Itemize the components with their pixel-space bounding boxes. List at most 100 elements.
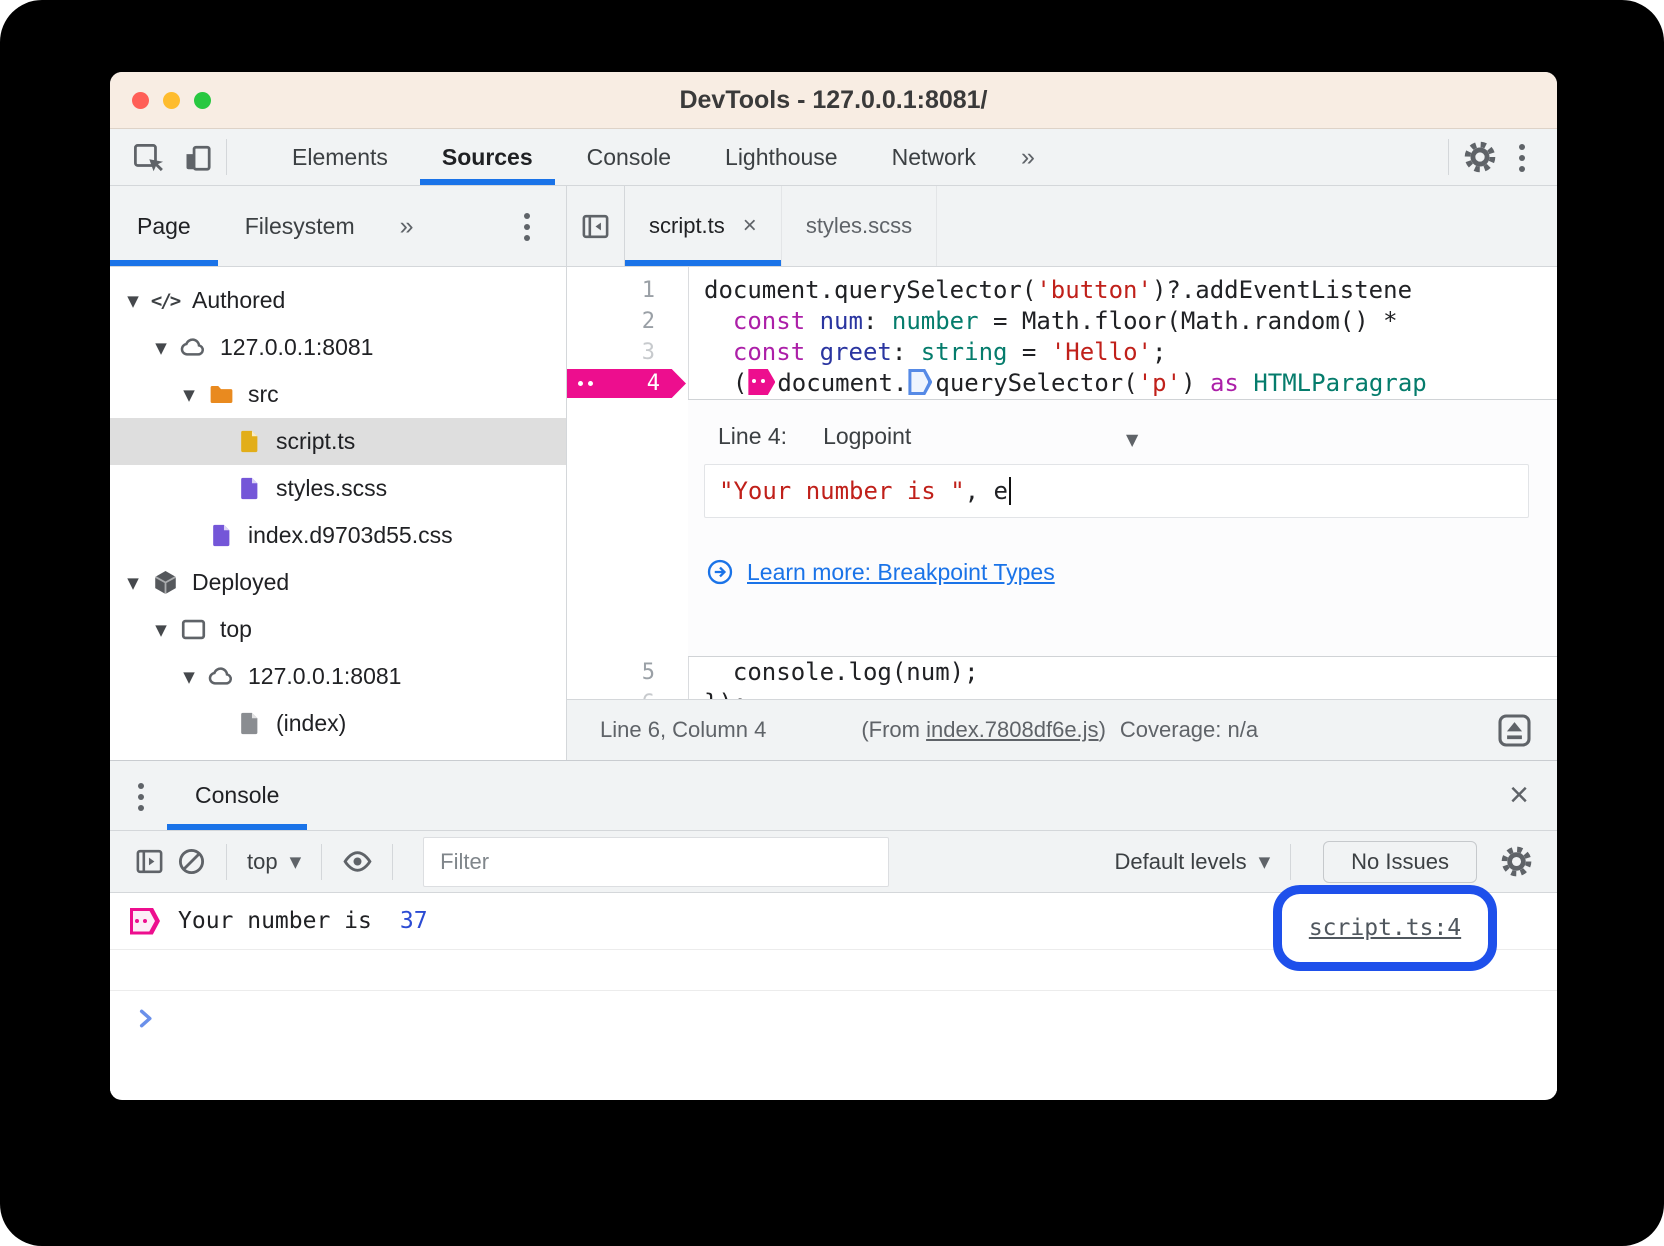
code-token (704, 307, 733, 335)
log-levels-selector[interactable]: Default levels ▼ (1109, 849, 1277, 875)
zoom-window-button[interactable] (194, 92, 211, 109)
cube-icon (151, 568, 180, 597)
minimize-window-button[interactable] (163, 92, 180, 109)
tab-elements[interactable]: Elements (265, 129, 415, 185)
devtools-window: DevTools - 127.0.0.1:8081/ ElementsSourc… (110, 72, 1557, 1100)
drawer-tab-console[interactable]: Console (167, 761, 307, 830)
code-editor[interactable]: 1document.querySelector('button')?.addEv… (567, 267, 1557, 699)
logpoint-gutter-badge[interactable]: 4 (567, 369, 686, 398)
navigator-menu-icon[interactable] (506, 205, 548, 247)
live-expression-eye-icon[interactable] (336, 841, 378, 883)
tree-item-label: script.ts (276, 428, 355, 455)
file-css-icon (206, 521, 236, 551)
prompt-chevron-icon (134, 1007, 157, 1030)
tab-label: Network (892, 144, 976, 171)
caret-down-icon[interactable]: ▼ (1126, 430, 1138, 449)
code-line-text: }); (688, 688, 747, 699)
logpoint-message-icon (130, 908, 160, 935)
tree-item-src[interactable]: ▼src (110, 371, 566, 418)
close-tab-icon[interactable]: × (743, 212, 757, 240)
code-token: ) (1181, 369, 1210, 397)
settings-gear-icon[interactable] (1459, 136, 1501, 178)
expand-arrow-icon[interactable]: ▼ (122, 574, 144, 592)
code-token: 'p' (1138, 369, 1181, 397)
tree-item-127-0-0-1-8081[interactable]: ▼127.0.0.1:8081 (110, 653, 566, 700)
tab-console[interactable]: Console (560, 129, 698, 185)
line-number[interactable]: 3 (567, 337, 688, 368)
main-tabs: ElementsSourcesConsoleLighthouse Network (265, 129, 1003, 185)
editor-tab-styles-scss[interactable]: styles.scss (782, 186, 937, 266)
no-issues-button[interactable]: No Issues (1323, 841, 1477, 883)
caret-down-icon: ▼ (290, 853, 302, 871)
tree-item-label: 127.0.0.1:8081 (220, 334, 373, 361)
sidebar-tab-filesystem[interactable]: Filesystem (218, 186, 382, 266)
frame-icon (178, 615, 208, 645)
file-ts-icon (234, 427, 264, 457)
console-filter-input[interactable] (423, 837, 889, 887)
tree-item-127-0-0-1-8081[interactable]: ▼ 127.0.0.1:8081 (110, 324, 566, 371)
line-number[interactable]: 2 (567, 306, 688, 337)
editor-tab-script-ts[interactable]: script.ts × (625, 186, 782, 266)
tree-item-label: index.d9703d55.css (248, 522, 453, 549)
code-token: = Math.floor(Math.random() * (979, 307, 1412, 335)
console-settings-gear-icon[interactable] (1495, 841, 1537, 883)
console-toolbar: top ▼ Default levels ▼ No Issues (110, 831, 1557, 893)
show-drawer-icon[interactable] (1496, 712, 1533, 749)
context-selector[interactable]: top ▼ (241, 849, 307, 875)
line-number[interactable]: 6 (567, 688, 688, 699)
toolbar-divider (392, 844, 393, 880)
breakpoint-type-select[interactable]: Logpoint (823, 423, 911, 450)
expand-arrow-icon[interactable]: ▼ (178, 386, 200, 404)
editor-tab-label: script.ts (649, 213, 725, 239)
console-sidebar-icon[interactable] (128, 841, 170, 883)
device-toolbar-icon[interactable] (176, 136, 218, 178)
expand-arrow-icon[interactable]: ▼ (178, 668, 200, 686)
close-window-button[interactable] (132, 92, 149, 109)
editor-tab-bar: script.ts × styles.scss (567, 186, 1557, 267)
line-number[interactable]: 5 (567, 657, 688, 688)
console-prompt[interactable] (110, 991, 1557, 1034)
main-menu-icon[interactable] (1501, 136, 1543, 178)
line-number[interactable]: 4 (567, 368, 688, 399)
log-message-text: Your number is (178, 908, 372, 934)
hide-navigator-icon[interactable] (567, 186, 625, 266)
tree-item-deployed[interactable]: ▼Deployed (110, 559, 566, 606)
code-token: = (1007, 338, 1050, 366)
css-file-icon (208, 522, 235, 549)
learn-more-link[interactable]: Learn more: Breakpoint Types (747, 559, 1055, 586)
tree-item-label: (index) (276, 710, 346, 737)
tab-sources[interactable]: Sources (415, 129, 560, 185)
inline-breakpoint-marker[interactable] (908, 369, 932, 395)
navigator-sidebar: PageFilesystem » ▼</>Authored▼127.0.0.1:… (110, 186, 567, 760)
expand-arrow-icon[interactable]: ▼ (150, 339, 172, 357)
sidebar-tab-page[interactable]: Page (110, 186, 218, 266)
expand-arrow-icon[interactable]: ▼ (122, 292, 144, 310)
tree-item-top[interactable]: ▼top (110, 606, 566, 653)
tree-item-index-d9703d55-css[interactable]: index.d9703d55.css (110, 512, 566, 559)
code-token (704, 338, 733, 366)
tree-item-styles-scss[interactable]: styles.scss (110, 465, 566, 512)
tab-lighthouse[interactable]: Lighthouse (698, 129, 865, 185)
tree-item--index-[interactable]: (index) (110, 700, 566, 747)
code-token: document. (777, 369, 907, 397)
tree-item-authored[interactable]: ▼</>Authored (110, 277, 566, 324)
log-message-number: 37 (400, 908, 428, 934)
file-scss-icon (234, 474, 264, 504)
inline-logpoint-marker[interactable] (748, 369, 775, 395)
tab-network[interactable]: Network (865, 129, 1003, 185)
code-token: 'Hello' (1051, 338, 1152, 366)
more-tabs-icon[interactable]: » (1003, 129, 1053, 185)
more-navigator-tabs-icon[interactable]: » (382, 186, 432, 266)
tree-item-script-ts[interactable]: script.ts (110, 418, 566, 465)
mapped-file-link[interactable]: index.7808df6e.js (926, 717, 1098, 742)
clear-console-icon[interactable] (170, 841, 212, 883)
code-line-text: console.log(num); (688, 657, 979, 688)
line-number[interactable]: 1 (567, 275, 688, 306)
drawer-menu-icon[interactable] (138, 761, 145, 830)
log-source-link[interactable]: script.ts:4 (1309, 915, 1461, 941)
inspect-element-icon[interactable] (126, 136, 168, 178)
logpoint-expression-input[interactable]: "Your number is ", e (704, 464, 1529, 518)
expand-arrow-icon[interactable]: ▼ (150, 621, 172, 639)
code-token: const (733, 307, 805, 335)
close-drawer-icon[interactable]: × (1509, 761, 1557, 830)
